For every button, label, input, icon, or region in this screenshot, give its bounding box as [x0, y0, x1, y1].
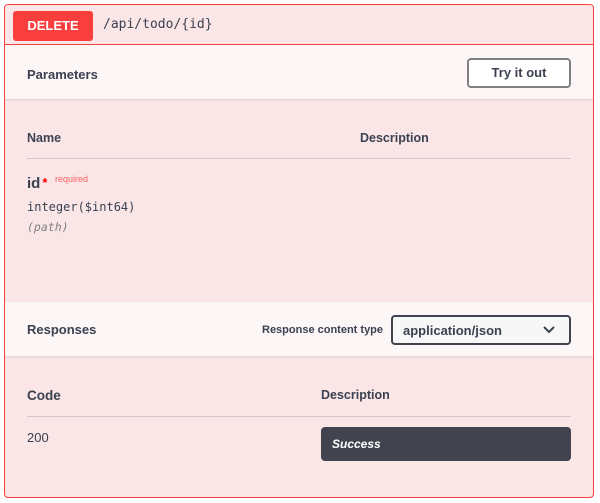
- column-header-response-description: Description: [321, 388, 390, 402]
- chevron-down-icon: [543, 326, 555, 334]
- response-code: 200: [27, 430, 49, 445]
- parameters-header: Parameters Try it out: [5, 45, 593, 99]
- parameter-name: id *: [27, 175, 48, 192]
- select-value: application/json: [403, 323, 502, 338]
- column-header-code: Code: [27, 388, 61, 403]
- parameter-type: integer($int64): [27, 200, 136, 214]
- required-star: *: [42, 175, 48, 190]
- parameter-location: (path): [27, 220, 69, 234]
- column-header-name: Name: [27, 131, 62, 145]
- parameters-title: Parameters: [27, 67, 98, 82]
- responses-title: Responses: [27, 322, 97, 337]
- opblock-summary[interactable]: DELETE /api/todo/{id}: [5, 5, 593, 45]
- response-description: Success: [321, 427, 571, 461]
- responses-divider: [27, 416, 571, 417]
- response-content-type-label: Response content type: [262, 324, 384, 336]
- method-badge: DELETE: [13, 11, 93, 41]
- column-header-description: Description: [360, 131, 429, 145]
- endpoint-path: /api/todo/{id}: [103, 17, 213, 32]
- response-description-text: Success: [332, 437, 381, 451]
- response-content-type-select[interactable]: application/json: [391, 315, 571, 345]
- required-label: required: [55, 174, 89, 184]
- try-it-out-button[interactable]: Try it out: [467, 58, 571, 88]
- parameters-divider: [27, 158, 571, 159]
- opblock-delete: DELETE /api/todo/{id} Parameters Try it …: [4, 4, 594, 498]
